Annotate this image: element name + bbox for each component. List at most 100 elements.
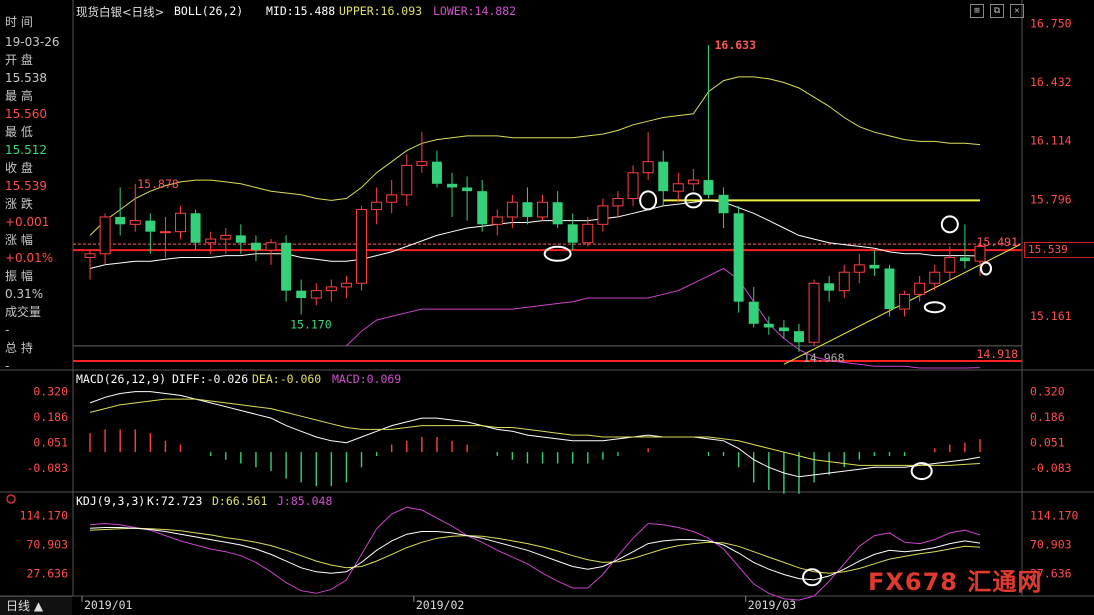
symbol-title: 现货白银<日线> (76, 5, 165, 19)
candle-body (808, 282, 820, 343)
boll-mid-line (89, 199, 981, 269)
kdj-tick-label: 70.903 (1030, 537, 1072, 551)
macd-tick-label: 0.051 (1030, 435, 1065, 449)
kdj-k-line (89, 527, 981, 581)
candle-body (447, 183, 458, 188)
macd-tick-label: 0.320 (1030, 385, 1065, 399)
candle-body (537, 201, 549, 218)
annotation-high: 16.633 (714, 38, 756, 52)
candle-body (929, 271, 941, 284)
candle-body (84, 253, 96, 258)
candle-body (672, 183, 684, 192)
highlight-circle (543, 245, 572, 262)
candle-body (794, 331, 804, 343)
candle-body (582, 223, 594, 244)
candle-body (899, 293, 911, 310)
candle-body (869, 264, 880, 269)
price-tick-label: 16.750 (1030, 17, 1072, 31)
annotation-local-low: 15.170 (290, 318, 332, 332)
candle-body (356, 209, 368, 284)
boll-upper-value: UPPER:16.093 (339, 4, 423, 18)
macd-left-tick-label: -0.083 (26, 461, 68, 475)
macd-dea-line (89, 398, 981, 466)
watermark-logo: FX678 汇通网 (868, 568, 1043, 596)
candle-body (552, 202, 563, 225)
candle-body (491, 216, 503, 225)
boll-params: BOLL(26,2) (174, 4, 244, 18)
annotation-support: 14.918 (976, 347, 1018, 361)
macd-tick-label: 0.186 (1030, 410, 1065, 424)
highlight-circle (923, 301, 946, 314)
candle-body (884, 268, 895, 310)
candle-body (763, 323, 774, 328)
last-price-box: 15.539 (1024, 242, 1094, 258)
highlight-circle (980, 261, 992, 276)
candle-body (175, 212, 186, 233)
date-tick-label: 2019/02 (416, 598, 464, 612)
boll-lower-value: LOWER:14.882 (433, 4, 517, 18)
candle-body (506, 201, 518, 218)
candle-body (567, 224, 578, 243)
date-tick-label: 2019/03 (748, 598, 797, 612)
candle-body (687, 179, 699, 185)
kdj-j-line (89, 506, 981, 601)
macd-left-tick-label: 0.186 (33, 410, 68, 424)
candle-body (325, 286, 337, 292)
kdj-d-line (89, 527, 981, 574)
candle-body (944, 256, 956, 273)
close-icon[interactable]: ✕ (1010, 4, 1024, 18)
candle-body (129, 220, 141, 225)
period-tab-daily[interactable]: 日线 ▲ (0, 596, 72, 615)
kdj-left-tick-label: 27.636 (26, 566, 68, 580)
kdj-k-value: K:72.723 (147, 494, 203, 508)
kdj-indicator-icon (6, 494, 16, 504)
highlight-circle (940, 215, 959, 234)
kdj-tick-label: 114.170 (1030, 508, 1079, 522)
candle-body (159, 231, 171, 234)
candle-body (250, 242, 261, 251)
kdj-d-value: D:66.561 (212, 494, 268, 508)
price-tick-label: 15.796 (1030, 192, 1072, 206)
annotation-low: 14.968 (803, 351, 845, 365)
candle-body (959, 257, 970, 262)
candle-body (416, 161, 428, 166)
candle-body (115, 216, 126, 225)
candle-body (310, 290, 322, 299)
candle-body (235, 235, 246, 243)
candle-body (748, 301, 759, 324)
candle-body (597, 205, 609, 225)
candle-body (145, 220, 156, 232)
kdj-left-tick-label: 114.170 (20, 508, 69, 522)
macd-left-tick-label: 0.051 (33, 435, 68, 449)
macd-tick-label: -0.083 (1030, 461, 1072, 475)
candle-body (824, 283, 835, 291)
candle-body (401, 164, 413, 196)
candle-body (220, 234, 232, 240)
highlight-circle (639, 190, 658, 211)
candle-body (703, 180, 714, 195)
candle-body (627, 172, 639, 200)
restore-icon[interactable]: ⧉ (990, 4, 1004, 18)
macd-dea-value: DEA:-0.060 (252, 372, 322, 386)
boll-upper-line (89, 76, 981, 236)
candle-body (642, 161, 654, 174)
price-tick-label: 15.161 (1030, 309, 1072, 323)
annotation-last: 15.491 (976, 235, 1018, 249)
macd-diff-value: DIFF:-0.026 (172, 372, 249, 386)
candle-body (190, 213, 201, 243)
price-tick-label: 16.114 (1030, 134, 1072, 148)
boll-mid-value: MID:15.488 (266, 4, 336, 18)
candle-body (733, 213, 744, 302)
candle-body (386, 194, 398, 203)
macd-hist-value: MACD:0.069 (332, 372, 402, 386)
candle-body (371, 201, 383, 211)
candle-body (462, 187, 473, 192)
candle-body (340, 282, 352, 288)
candle-body (853, 264, 865, 273)
annotation-local-high: 15.878 (137, 177, 179, 191)
candle-body (838, 271, 850, 292)
candle-body (658, 161, 669, 192)
price-chart[interactable]: 16.750 16.432 16.114 15.796 15.161 0.320 0.320… (0, 0, 1094, 614)
macd-left-tick-label: 0.320 (33, 385, 68, 399)
settings-icon[interactable]: ⊞ (970, 4, 984, 18)
